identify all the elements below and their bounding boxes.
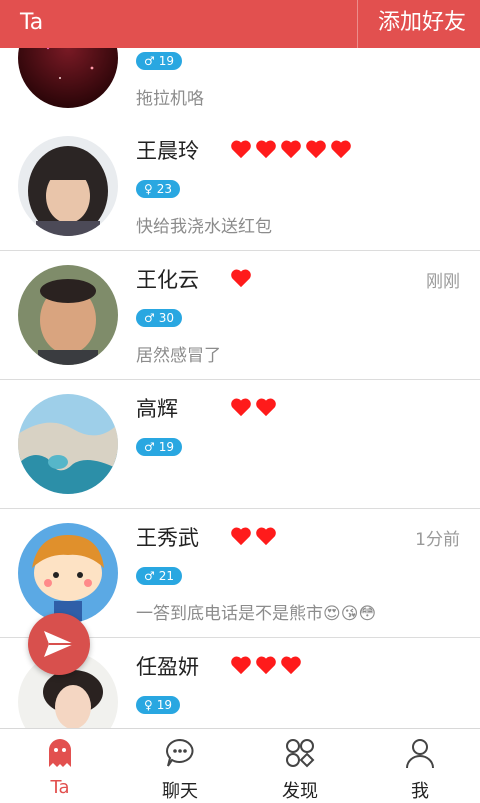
contact-row[interactable]: ♂ 19 拖拉机咯	[0, 48, 480, 123]
top-bar: Ta 添加好友	[0, 0, 480, 48]
female-icon: ♀	[144, 182, 153, 196]
heart-icon	[281, 140, 301, 159]
tab-label: Ta	[50, 777, 70, 798]
contact-name: 王晨玲	[136, 139, 199, 163]
gender-age-badge: ♂ 19	[136, 438, 183, 456]
gender-age-badge: ♂ 30	[136, 309, 183, 327]
contact-row[interactable]: 高辉 ♂ 19	[0, 380, 480, 509]
tab-label: 聊天	[162, 781, 198, 802]
status-text: 快给我浇水送红包	[136, 217, 272, 237]
timestamp: 1分前	[415, 530, 460, 550]
contact-name: 任盈妍	[136, 655, 199, 679]
heart-icon	[231, 527, 251, 546]
heart-rating	[230, 139, 355, 159]
avatar[interactable]	[18, 48, 118, 108]
female-icon: ♀	[144, 698, 153, 712]
timestamp: 刚刚	[426, 272, 460, 292]
status-text: 拖拉机咯	[136, 89, 204, 109]
contact-row[interactable]: 王化云 刚刚 ♂ 30 居然感冒了	[0, 251, 480, 380]
male-icon: ♂	[144, 569, 155, 583]
gender-age-badge: ♂ 21	[136, 567, 183, 585]
tab-chat[interactable]: 聊天	[120, 729, 240, 802]
gender-age-badge: ♀ 23	[136, 180, 181, 198]
male-icon: ♂	[144, 54, 155, 68]
contact-row[interactable]: 王晨玲 ♀ 23 快给我浇水送红包	[0, 122, 480, 251]
male-icon: ♂	[144, 440, 155, 454]
gender-age-badge: ♀ 19	[136, 696, 181, 714]
page-title: Ta	[20, 10, 44, 35]
avatar[interactable]	[18, 136, 118, 236]
heart-icon	[231, 656, 251, 675]
heart-rating	[230, 655, 305, 675]
tab-me[interactable]: 我	[360, 729, 480, 802]
heart-icon	[231, 269, 251, 288]
male-icon: ♂	[144, 311, 155, 325]
status-text: 居然感冒了	[136, 346, 221, 366]
person-icon	[406, 739, 434, 769]
heart-icon	[256, 140, 276, 159]
header-divider	[357, 0, 358, 48]
status-text: 一答到底电话是不是熊市😍😘😳	[136, 604, 377, 624]
avatar[interactable]	[18, 265, 118, 365]
heart-icon	[331, 140, 351, 159]
gender-age-badge: ♂ 19	[136, 52, 183, 70]
heart-rating	[230, 397, 280, 417]
avatar[interactable]	[18, 394, 118, 494]
heart-icon	[256, 527, 276, 546]
tab-label: 我	[411, 781, 429, 802]
tab-label: 发现	[282, 781, 318, 802]
add-friend-button[interactable]: 添加好友	[378, 8, 466, 38]
heart-icon	[256, 398, 276, 417]
heart-icon	[231, 398, 251, 417]
send-button[interactable]	[28, 613, 90, 675]
bottom-tab-bar: Ta 聊天 发现 我	[0, 728, 480, 802]
contact-name: 高辉	[136, 397, 178, 421]
contact-name: 王化云	[136, 268, 199, 292]
heart-icon	[256, 656, 276, 675]
heart-icon	[306, 140, 326, 159]
send-icon	[44, 631, 74, 657]
heart-icon	[281, 656, 301, 675]
discover-icon	[286, 739, 315, 768]
heart-icon	[231, 140, 251, 159]
avatar[interactable]	[18, 523, 118, 623]
tab-discover[interactable]: 发现	[240, 729, 360, 802]
ghost-icon	[49, 739, 71, 767]
heart-rating	[230, 526, 280, 546]
tab-ta[interactable]: Ta	[0, 729, 120, 801]
contact-name: 王秀武	[136, 526, 199, 550]
heart-rating	[230, 268, 255, 288]
chat-bubble-icon	[166, 738, 194, 767]
